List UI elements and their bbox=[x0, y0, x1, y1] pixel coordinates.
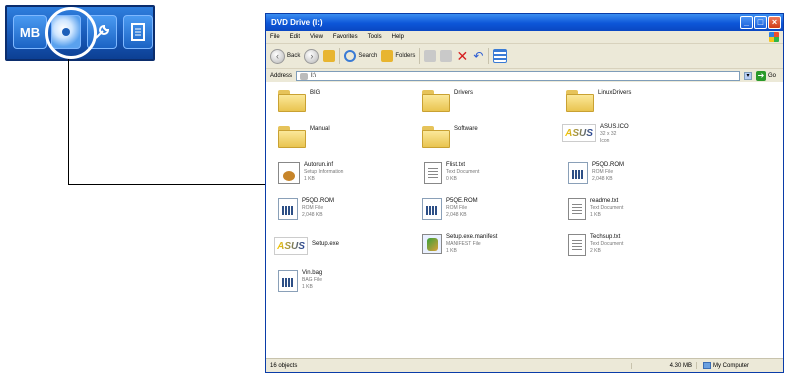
folder-icon bbox=[422, 126, 450, 148]
menu-tools[interactable]: Tools bbox=[368, 34, 382, 40]
windows-logo-icon bbox=[769, 32, 779, 42]
file-list: BIG Drivers LinuxDrivers Manual Software… bbox=[266, 82, 783, 359]
standard-toolbar: ‹ Back › Search Folders ✕ ↶ bbox=[266, 44, 783, 69]
search-button[interactable]: Search bbox=[344, 50, 377, 62]
document-icon[interactable] bbox=[123, 15, 153, 49]
menu-help[interactable]: Help bbox=[392, 34, 404, 40]
callout-line-horizontal bbox=[68, 184, 266, 185]
folder-linuxdrivers[interactable]: LinuxDrivers bbox=[566, 90, 631, 112]
folder-icon bbox=[278, 126, 306, 148]
asus-logo-icon: ASUS bbox=[562, 124, 596, 142]
window-titlebar: DVD Drive (I:) _ □ × bbox=[266, 14, 783, 31]
file-p5qd-rom-2[interactable]: P5QD.ROM ROM File 2,048 KB bbox=[278, 198, 334, 220]
folder-software[interactable]: Software bbox=[422, 126, 478, 148]
folders-icon bbox=[381, 50, 394, 62]
folder-icon bbox=[566, 90, 594, 112]
folders-button[interactable]: Folders bbox=[381, 50, 415, 62]
menu-edit[interactable]: Edit bbox=[290, 34, 300, 40]
rom-file-icon bbox=[568, 162, 588, 184]
search-icon bbox=[344, 50, 357, 62]
file-flist-txt[interactable]: Flist.txt Text Document 0 KB bbox=[424, 162, 479, 184]
forward-button[interactable]: › bbox=[304, 48, 320, 64]
file-vin-bag[interactable]: Vin.bag BAG File 1 KB bbox=[278, 270, 322, 292]
rom-file-icon bbox=[422, 198, 442, 220]
setup-information-icon bbox=[278, 162, 300, 184]
mb-tab-button[interactable]: MB bbox=[13, 15, 47, 49]
status-location: My Computer bbox=[696, 362, 783, 369]
close-button[interactable]: × bbox=[768, 16, 781, 29]
address-dropdown[interactable]: ▾ bbox=[744, 72, 753, 80]
file-techsup-txt[interactable]: Techsup.txt Text Document 2 KB bbox=[568, 234, 623, 256]
undo-icon[interactable]: ↶ bbox=[472, 50, 484, 62]
text-document-icon bbox=[568, 198, 586, 220]
file-setup-exe[interactable]: ASUS Setup.exe bbox=[274, 237, 339, 255]
callout-line-vertical bbox=[68, 59, 69, 184]
address-input[interactable]: I:\ bbox=[296, 71, 741, 81]
views-icon[interactable] bbox=[493, 49, 508, 63]
manifest-file-icon bbox=[422, 234, 442, 254]
address-label: Address bbox=[270, 73, 293, 79]
move-to-icon[interactable] bbox=[424, 50, 437, 62]
toolbar-separator bbox=[339, 48, 341, 64]
toolbar-separator bbox=[488, 48, 490, 64]
file-setup-exe-manifest[interactable]: Setup.exe.manifest MANIFEST File 1 KB bbox=[422, 234, 497, 254]
text-document-icon bbox=[568, 234, 586, 256]
menu-bar: File Edit View Favorites Tools Help bbox=[266, 31, 783, 44]
minimize-button[interactable]: _ bbox=[740, 16, 753, 29]
driver-cd-toolbar: MB bbox=[5, 5, 155, 61]
text-document-icon bbox=[424, 162, 442, 184]
folder-icon bbox=[422, 90, 450, 112]
go-arrow-icon: ➔ bbox=[756, 71, 767, 81]
bag-file-icon bbox=[278, 270, 298, 292]
folder-big[interactable]: BIG bbox=[278, 90, 320, 112]
maximize-button[interactable]: □ bbox=[754, 16, 767, 29]
status-bar: 16 objects 4.30 MB My Computer bbox=[266, 358, 783, 372]
file-p5qe-rom[interactable]: P5QE.ROM ROM File 2,048 KB bbox=[422, 198, 478, 220]
drive-icon bbox=[300, 72, 309, 80]
folder-manual[interactable]: Manual bbox=[278, 126, 330, 148]
folder-icon bbox=[278, 90, 306, 112]
status-size: 4.30 MB bbox=[631, 362, 696, 369]
rom-file-icon bbox=[278, 198, 298, 220]
delete-icon[interactable]: ✕ bbox=[456, 49, 469, 63]
status-object-count: 16 objects bbox=[270, 362, 298, 369]
menu-view[interactable]: View bbox=[310, 34, 323, 40]
my-computer-icon bbox=[703, 362, 711, 369]
file-p5qd-rom[interactable]: P5QD.ROM ROM File 2,048 KB bbox=[568, 162, 624, 184]
menu-favorites[interactable]: Favorites bbox=[333, 34, 358, 40]
copy-to-icon[interactable] bbox=[440, 50, 453, 62]
file-readme-txt[interactable]: readme.txt Text Document 1 KB bbox=[568, 198, 623, 220]
menu-file[interactable]: File bbox=[270, 34, 280, 40]
back-button[interactable]: ‹ Back bbox=[270, 48, 300, 64]
back-arrow-icon: ‹ bbox=[270, 48, 285, 64]
window-title: DVD Drive (I:) bbox=[271, 18, 323, 27]
file-autorun-inf[interactable]: Autorun.inf Setup Information 1 KB bbox=[278, 162, 343, 184]
folder-drivers[interactable]: Drivers bbox=[422, 90, 473, 112]
go-button[interactable]: ➔ Go bbox=[756, 71, 776, 81]
up-folder-icon[interactable] bbox=[323, 50, 336, 62]
toolbar-separator bbox=[419, 48, 421, 64]
asus-setup-icon: ASUS bbox=[274, 237, 308, 255]
explorer-window: DVD Drive (I:) _ □ × File Edit View Favo… bbox=[265, 13, 784, 373]
highlight-circle bbox=[45, 7, 97, 59]
file-asus-ico[interactable]: ASUS ASUS.ICO 32 x 32 Icon bbox=[562, 124, 629, 144]
address-value: I:\ bbox=[311, 73, 317, 79]
